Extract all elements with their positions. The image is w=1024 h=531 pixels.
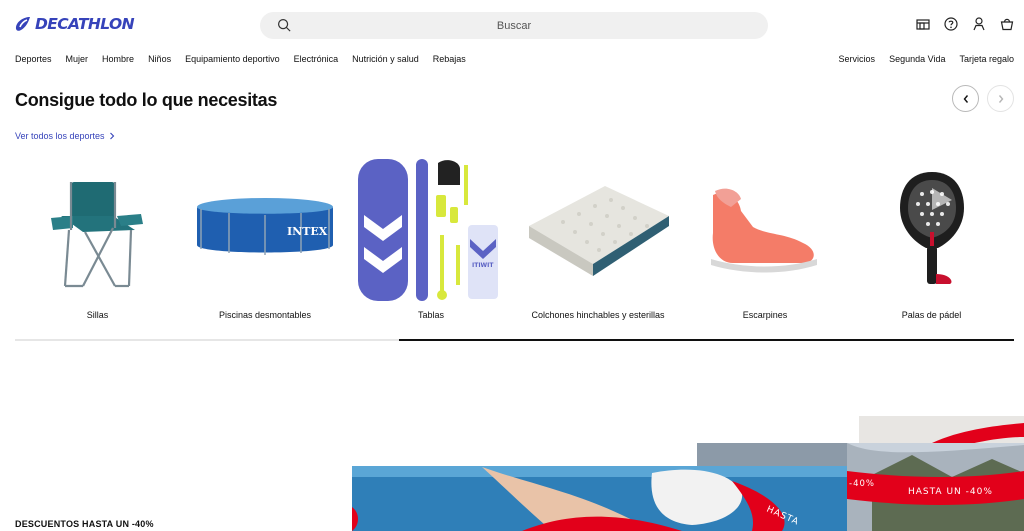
carousel-scrollbar[interactable] (15, 339, 1014, 341)
nav-item-rebajas[interactable]: Rebajas (433, 54, 466, 64)
category-card-escarpines[interactable]: Escarpines (681, 150, 849, 325)
intex-label: INTEX (287, 225, 328, 238)
category-label: Colchones hinchables y esterillas (531, 310, 665, 320)
category-card-piscinas[interactable]: INTEX Piscinas desmontables (180, 150, 350, 325)
category-label: Palas de pádel (901, 310, 962, 320)
water-shoe-image (711, 188, 817, 273)
carousel-prev-button[interactable] (952, 85, 979, 112)
logo-mark-icon (15, 17, 30, 31)
category-carousel: Sillas INTEX Piscinas desmontables ITIWI… (15, 150, 1014, 340)
promo-banner-stack[interactable]: HASTA UN -40% -40% HASTA (352, 415, 1024, 531)
account-icon[interactable] (971, 16, 987, 32)
store-icon[interactable] (915, 16, 931, 32)
cart-icon[interactable] (999, 16, 1015, 32)
main-nav: Deportes Mujer Hombre Niños Equipamiento… (15, 54, 466, 64)
board-brand-label: ITIWIT (472, 262, 494, 269)
pool-image: INTEX (197, 198, 333, 255)
chevron-left-icon (963, 94, 968, 103)
category-card-sillas[interactable]: Sillas (15, 150, 180, 325)
nav-item-deportes[interactable]: Deportes (15, 54, 52, 64)
nav-item-servicios[interactable]: Servicios (839, 54, 876, 64)
search-bar[interactable]: Buscar (260, 12, 768, 39)
site-header: DECATHLON Buscar (0, 0, 1024, 50)
decathlon-logo[interactable]: DECATHLON (14, 15, 135, 33)
nav-item-electronica[interactable]: Electrónica (294, 54, 339, 64)
category-card-palas-padel[interactable]: Palas de pádel (849, 150, 1014, 325)
brand-name: DECATHLON (35, 15, 135, 33)
category-label: Escarpines (742, 310, 788, 320)
search-placeholder: Buscar (496, 19, 532, 32)
see-all-label: Ver todos los deportes (15, 131, 105, 141)
nav-item-nutricion[interactable]: Nutrición y salud (352, 54, 419, 64)
category-label: Sillas (86, 310, 109, 320)
banner-text-hasta: HASTA UN -40% (908, 487, 993, 497)
nav-item-ninos[interactable]: Niños (148, 54, 171, 64)
carousel-scrollbar-thumb[interactable] (399, 339, 1014, 341)
nav-item-segunda-vida[interactable]: Segunda Vida (889, 54, 945, 64)
secondary-nav: Servicios Segunda Vida Tarjeta regalo (839, 54, 1014, 64)
paddle-board-image: ITIWIT (358, 158, 498, 301)
nav-item-hombre[interactable]: Hombre (102, 54, 134, 64)
search-icon (277, 18, 291, 32)
nav-item-equipamiento[interactable]: Equipamiento deportivo (185, 54, 280, 64)
carousel-next-button[interactable] (987, 85, 1014, 112)
air-mattress-image (529, 186, 669, 276)
padel-racket-image (899, 172, 964, 284)
folding-chair-image (50, 181, 143, 287)
banner-text-40: -40% (849, 479, 875, 489)
nav-item-tarjeta-regalo[interactable]: Tarjeta regalo (959, 54, 1014, 64)
promo-banner-image: HASTA UN -40% -40% HASTA (352, 416, 1024, 531)
chevron-right-icon (998, 94, 1003, 103)
header-actions (915, 16, 1015, 32)
chevron-right-icon (109, 132, 114, 140)
help-icon[interactable] (943, 16, 959, 32)
section-title: Consigue todo lo que necesitas (15, 90, 278, 110)
promo-title: DESCUENTOS HASTA UN -40% (15, 519, 154, 529)
category-card-colchones[interactable]: Colchones hinchables y esterillas (515, 150, 681, 325)
see-all-sports-link[interactable]: Ver todos los deportes (15, 131, 115, 141)
category-card-tablas[interactable]: ITIWIT Tablas (355, 150, 507, 325)
category-label: Tablas (417, 310, 444, 320)
category-label: Piscinas desmontables (218, 310, 312, 320)
nav-item-mujer[interactable]: Mujer (66, 54, 89, 64)
